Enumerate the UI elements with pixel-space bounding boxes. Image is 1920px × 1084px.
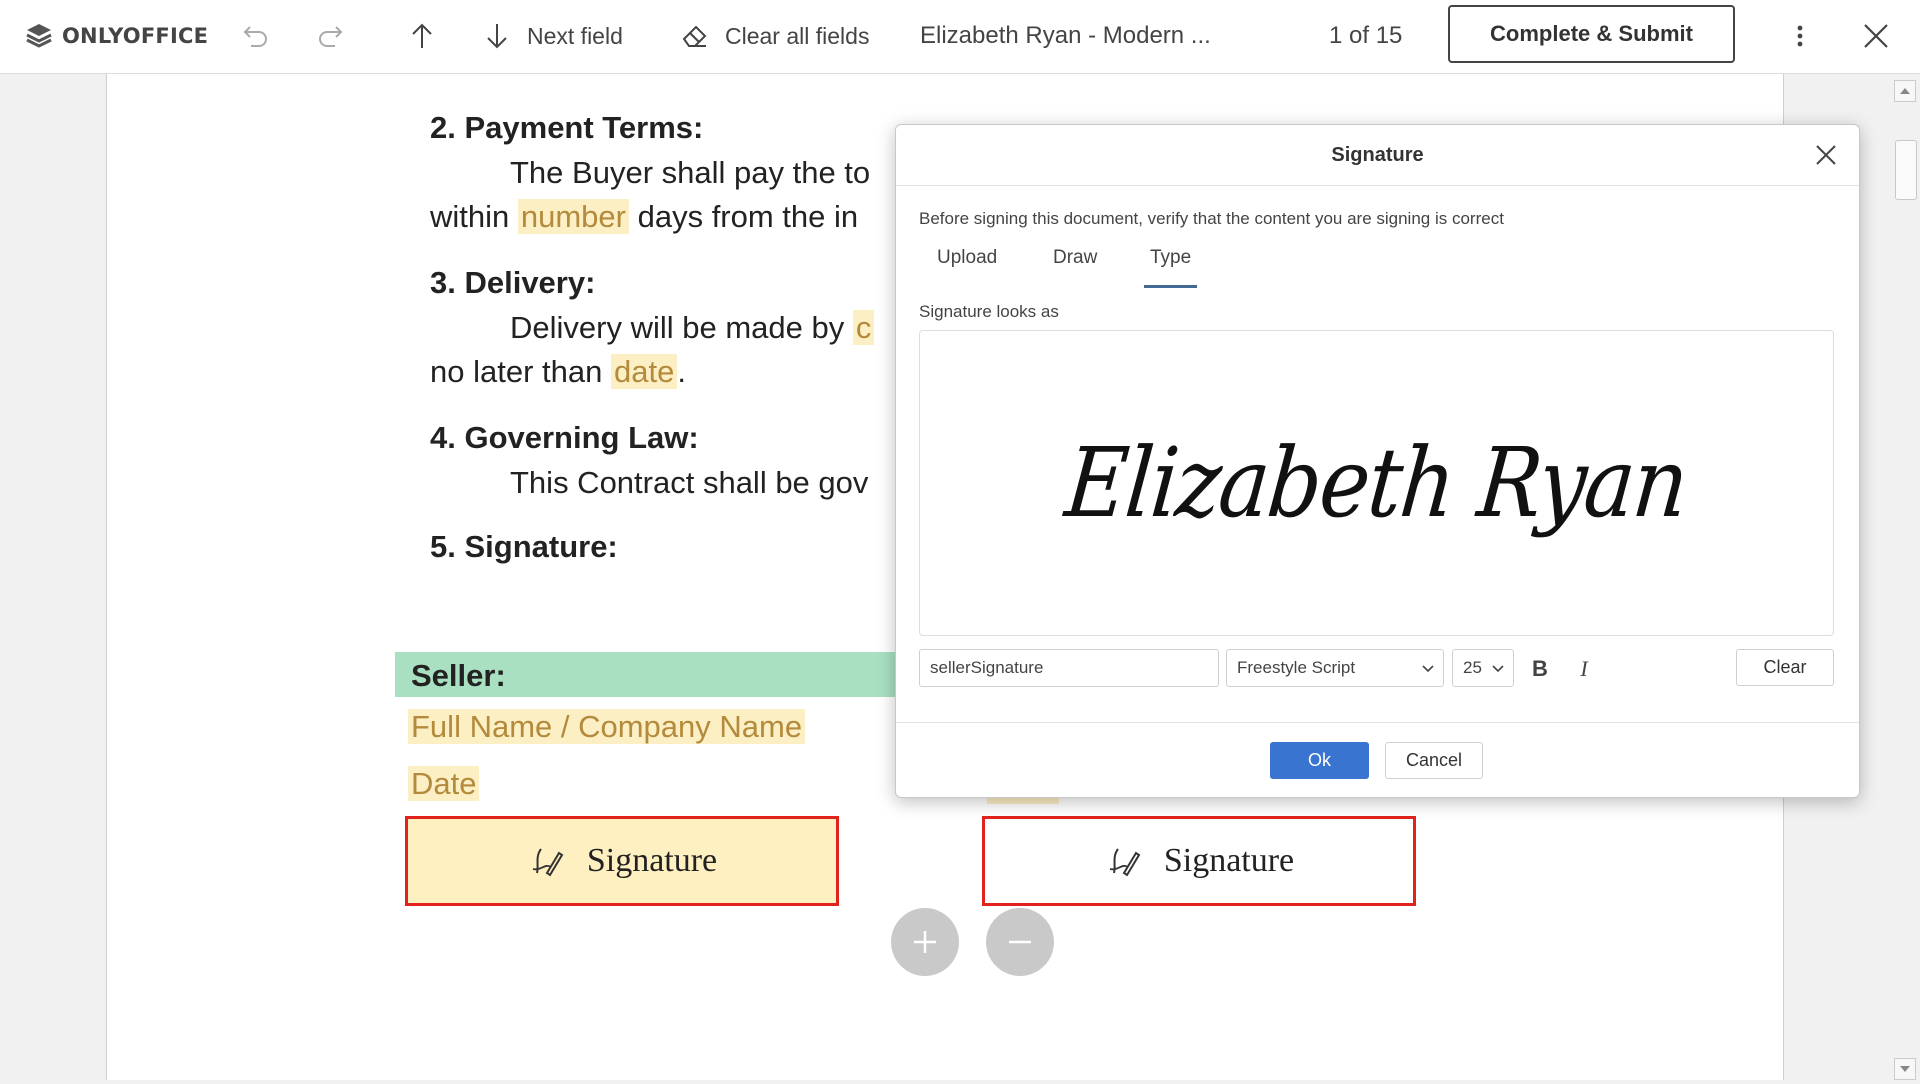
text: Delivery will be made by xyxy=(510,310,853,345)
date-field[interactable]: date xyxy=(610,354,678,389)
tab-draw[interactable]: Draw xyxy=(1053,247,1097,285)
clear-signature-button[interactable]: Clear xyxy=(1736,649,1834,686)
section-3-heading: 3. Delivery: xyxy=(430,265,596,300)
signature-preview: Elizabeth Ryan xyxy=(919,330,1834,636)
dialog-instruction: Before signing this document, verify tha… xyxy=(919,209,1504,228)
plus-icon xyxy=(914,931,936,953)
undo-icon xyxy=(243,26,267,47)
close-editor-button[interactable] xyxy=(1856,0,1896,72)
clear-all-fields-label: Clear all fields xyxy=(725,22,870,49)
document-title: Elizabeth Ryan - Modern ... xyxy=(920,22,1211,49)
signature-dialog: Signature Before signing this document, … xyxy=(895,124,1860,798)
seller-date-field[interactable]: Date xyxy=(408,766,480,801)
close-icon xyxy=(1816,145,1836,165)
section-2-line-2: within number days from the in xyxy=(430,199,858,235)
scroll-up-arrow[interactable] xyxy=(1894,80,1916,102)
seller-label: Seller: xyxy=(411,658,506,693)
undo-button[interactable] xyxy=(236,0,276,72)
scroll-down-arrow[interactable] xyxy=(1894,1058,1916,1080)
onlyoffice-logo: ONLYOFFICE xyxy=(24,0,208,72)
signature-preview-text: Elizabeth Ryan xyxy=(1061,427,1692,539)
dialog-close-button[interactable] xyxy=(1811,140,1841,170)
redo-button[interactable] xyxy=(310,0,350,72)
seller-name-field-wrap: Full Name / Company Name xyxy=(408,709,806,745)
arrow-down-icon xyxy=(487,24,507,49)
signature-field-label: Signature xyxy=(1163,842,1295,879)
delivery-field[interactable]: c xyxy=(852,310,875,345)
tab-upload[interactable]: Upload xyxy=(937,247,997,285)
chevron-down-icon xyxy=(1422,665,1434,673)
section-3-line-1: Delivery will be made by c xyxy=(510,310,875,346)
triangle-down-icon xyxy=(1900,1066,1910,1072)
font-family-select[interactable]: Freestyle Script xyxy=(1226,649,1444,687)
zoom-out-button[interactable] xyxy=(986,908,1054,976)
brand-name: ONLYOFFICE xyxy=(62,24,209,48)
cancel-button[interactable]: Cancel xyxy=(1385,742,1483,779)
chevron-down-icon xyxy=(1492,665,1504,673)
next-field-label: Next field xyxy=(527,22,623,49)
vertical-scrollbar[interactable] xyxy=(1892,74,1920,1080)
dialog-title: Signature xyxy=(896,125,1859,186)
preview-label: Signature looks as xyxy=(919,302,1059,321)
signature-pen-icon xyxy=(532,848,564,877)
top-toolbar: ONLYOFFICE Next field Clear all fields E… xyxy=(0,0,1920,74)
arrow-up-icon xyxy=(412,23,432,48)
section-3-line-2: no later than date. xyxy=(430,354,686,390)
more-options-button[interactable] xyxy=(1780,0,1820,72)
page-indicator: 1 of 15 xyxy=(1329,22,1403,49)
eraser-icon xyxy=(682,25,707,47)
bold-button[interactable]: B xyxy=(1524,653,1556,685)
signature-name-input[interactable]: sellerSignature xyxy=(919,649,1219,687)
number-field[interactable]: number xyxy=(517,199,629,234)
seller-signature-field[interactable]: Signature xyxy=(405,816,839,906)
buyer-signature-field[interactable]: Signature xyxy=(982,816,1416,906)
onlyoffice-logo-icon xyxy=(26,24,52,48)
tab-type[interactable]: Type xyxy=(1144,247,1198,288)
zoom-in-button[interactable] xyxy=(891,908,959,976)
section-2-line-1: The Buyer shall pay the to xyxy=(510,155,871,190)
section-2-heading: 2. Payment Terms: xyxy=(430,110,704,145)
text: days from the in xyxy=(628,199,859,234)
minus-icon xyxy=(1009,940,1031,944)
triangle-up-icon xyxy=(1900,88,1910,94)
section-4-line-1: This Contract shall be gov xyxy=(510,465,869,500)
section-5-heading: 5. Signature: xyxy=(430,529,618,564)
redo-icon xyxy=(319,26,343,47)
text: no later than xyxy=(430,354,611,389)
font-size-value: 25 xyxy=(1463,658,1482,677)
next-field-button[interactable]: Next field xyxy=(477,0,623,72)
text: within xyxy=(430,199,518,234)
previous-field-button[interactable] xyxy=(402,0,442,72)
seller-date-field-wrap: Date xyxy=(408,766,480,802)
signature-field-label: Signature xyxy=(586,842,718,879)
italic-button[interactable]: I xyxy=(1568,653,1600,685)
scrollbar-thumb[interactable] xyxy=(1895,140,1917,200)
more-vertical-icon xyxy=(1797,25,1803,47)
section-4-heading: 4. Governing Law: xyxy=(430,420,699,455)
ok-button[interactable]: Ok xyxy=(1270,742,1369,779)
complete-submit-button[interactable]: Complete & Submit xyxy=(1448,5,1735,63)
dialog-footer-divider xyxy=(896,722,1859,723)
font-size-select[interactable]: 25 xyxy=(1452,649,1514,687)
signature-pen-icon xyxy=(1109,848,1141,877)
close-icon xyxy=(1864,24,1888,48)
text: . xyxy=(677,354,686,389)
seller-name-field[interactable]: Full Name / Company Name xyxy=(408,709,806,744)
font-family-value: Freestyle Script xyxy=(1237,658,1356,677)
clear-all-fields-button[interactable]: Clear all fields xyxy=(675,0,869,72)
